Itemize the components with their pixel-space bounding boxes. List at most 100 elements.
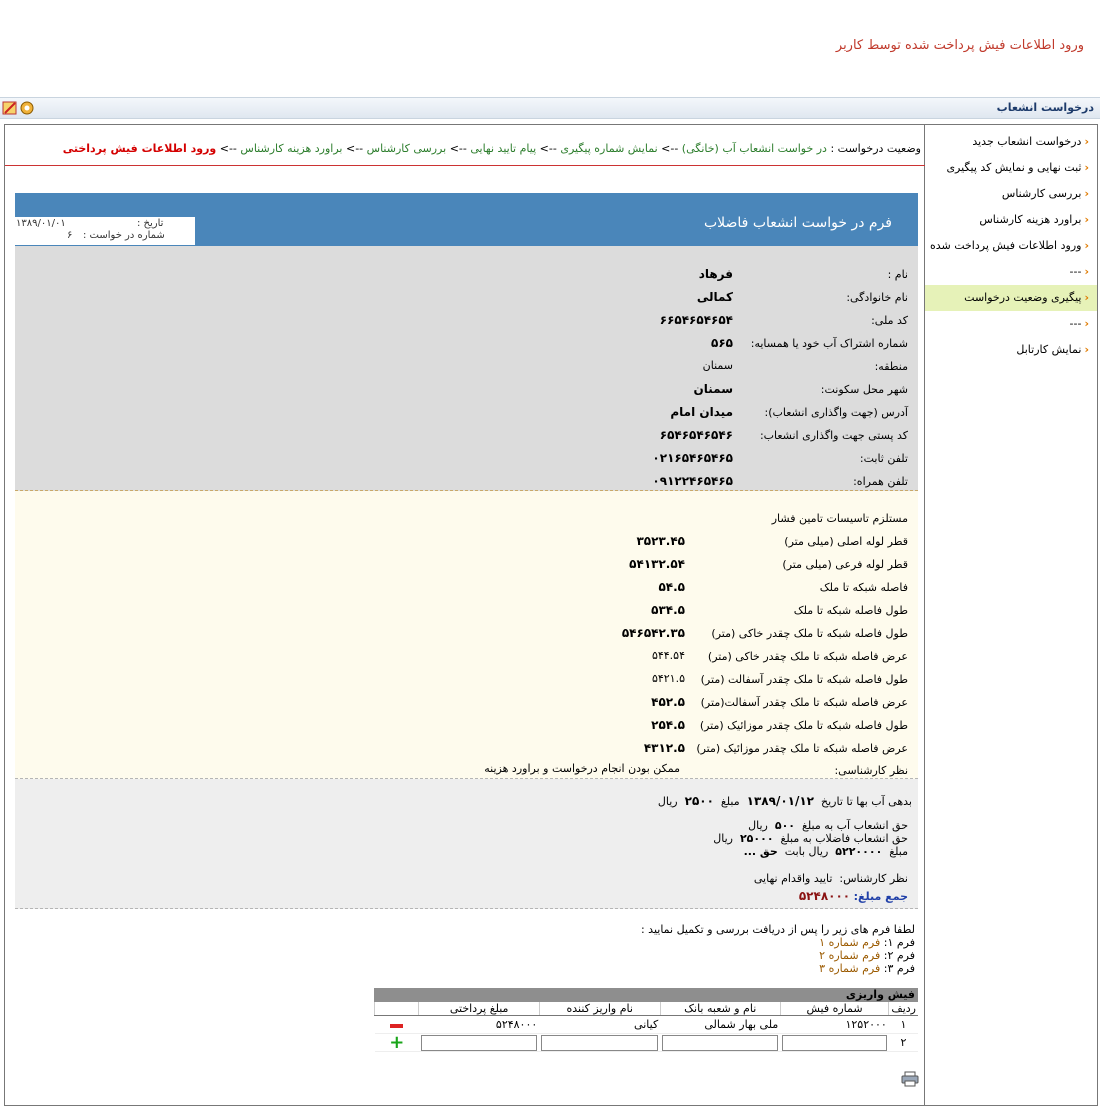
receipt-input[interactable] — [420, 1034, 538, 1051]
receipt-column-header: ردیف — [888, 1002, 918, 1016]
receipt-value[interactable]: کیانی — [634, 1018, 658, 1031]
expert-value: ۲۵۴.۵ — [651, 718, 685, 732]
receipt-input[interactable] — [782, 1034, 887, 1051]
total-value: ۵۲۴۸۰۰۰ — [798, 889, 851, 903]
debt-amount: ۲۵۰۰ — [684, 794, 714, 808]
chevron-left-icon: ‹ — [1084, 265, 1089, 278]
chevron-left-icon: ‹ — [1084, 291, 1089, 304]
sidebar-item[interactable]: ‹ورود اطلاعات فیش پرداخت شده — [925, 233, 1097, 259]
sidebar-item-label: --- — [1069, 265, 1082, 278]
debt-prefix: بدهی آب بها تا تاریخ — [821, 795, 912, 808]
instructions-text: لطفا فرم های زیر را پس از دریافت بررسی و… — [640, 923, 915, 936]
debt-date: ۱۳۸۹/۰۱/۱۲ — [746, 794, 814, 808]
applicant-label: نام خانوادگی: — [846, 291, 908, 304]
status-step: براورد هزینه کارشناس — [240, 142, 343, 155]
status-separator: --> — [661, 142, 679, 155]
sidebar-item-label: نمایش کارتابل — [1016, 343, 1082, 356]
receipt-value[interactable]: ملی بهار شمالی — [704, 1018, 778, 1031]
status-separator: --> — [219, 142, 237, 155]
other-fee-word: مبلغ — [889, 845, 908, 858]
chevron-left-icon: ‹ — [1084, 161, 1089, 174]
expert-value: ۵۴۶۵۴۲.۳۵ — [621, 626, 685, 640]
form-link-row: فرم ۳: فرم شماره ۳ — [819, 962, 915, 975]
receipt-cell: ۲ — [888, 1033, 918, 1052]
applicant-label: شهر محل سکونت: — [820, 383, 908, 396]
title-bar: درخواست انشعاب — [0, 97, 1100, 119]
final-opinion-value: تایید واقدام نهایی — [753, 872, 833, 885]
minus-icon[interactable] — [390, 1024, 404, 1028]
receipt-value[interactable]: ۵۲۴۸۰۰۰ — [496, 1018, 537, 1031]
sidebar-item[interactable]: ‹پیگیری وضعیت درخواست — [925, 285, 1097, 311]
debt-amount-word: مبلغ — [720, 795, 740, 808]
applicant-value: ۰۹۱۲۲۴۶۵۴۶۵ — [652, 474, 733, 488]
expert-label: طول فاصله شبکه تا ملک — [793, 604, 908, 617]
status-step: بررسی کارشناس — [366, 142, 447, 155]
request-no-value: ۶ — [67, 230, 73, 241]
sidebar-item-label: براورد هزینه کارشناس — [979, 213, 1082, 226]
status-prefix: وضعیت درخواست : — [830, 142, 921, 155]
expert-label: طول فاصله شبکه تا ملک چقدر آسفالت (متر) — [700, 673, 908, 686]
sidebar-item[interactable]: ‹--- — [925, 259, 1097, 285]
water-fee-label: حق انشعاب آب به مبلغ — [802, 819, 908, 832]
other-fee-item: حق ... — [743, 845, 778, 858]
sidebar-item[interactable]: ‹نمایش کارتابل — [925, 337, 1097, 363]
form-link[interactable]: فرم شماره ۱ — [819, 936, 880, 949]
form-title: فرم در خواست انشعاب فاضلاب — [704, 215, 892, 231]
applicant-section: نام : فرهاد نام خانوادگی: کمالی کد ملی: ۶۶۵۴۶… — [15, 246, 918, 491]
applicant-value: ۶۶۵۴۶۵۴۶۵۴ — [659, 313, 733, 327]
sidebar-item[interactable]: ‹براورد هزینه کارشناس — [925, 207, 1097, 233]
form-link[interactable]: فرم شماره ۲ — [819, 949, 880, 962]
expert-value: ۴۵۲.۵ — [651, 695, 685, 709]
status-separator: --> — [539, 142, 557, 155]
expert-label: عرض فاصله شبکه تا ملک چقدر موزائیک (متر) — [696, 742, 908, 755]
final-opinion-line: نظر کارشناس: تایید واقدام نهایی — [754, 872, 908, 885]
edit-icon[interactable] — [2, 100, 18, 116]
printer-icon[interactable] — [901, 1071, 919, 1087]
plus-icon[interactable]: + — [389, 1032, 404, 1053]
form-link-label: فرم ۳: — [883, 962, 915, 975]
row-number: ۲ — [900, 1036, 907, 1049]
expert-label: قطر لوله اصلی (میلی متر) — [784, 535, 908, 548]
receipt-value[interactable]: ۱۲۵۲۰۰۰ — [845, 1018, 886, 1031]
table-row: ۱ ۱۲۵۲۰۰۰ ملی بهار شمالی کیانی ۵۲۴۸۰۰۰ — [374, 1015, 918, 1034]
chevron-left-icon: ‹ — [1084, 213, 1089, 226]
applicant-label: شماره اشتراک آب خود یا همسایه: — [750, 337, 908, 350]
receipt-input[interactable] — [541, 1034, 659, 1051]
expert-opinion-value: ممکن بودن انجام درخواست و براورد هزینه — [484, 762, 680, 775]
receipt-cell: کیانی — [539, 1015, 661, 1034]
applicant-label: آدرس (جهت واگذاری انشعاب): — [764, 406, 908, 419]
receipt-action-header — [373, 1002, 419, 1016]
title-bar-label: درخواست انشعاب — [996, 101, 1094, 114]
form-link-label: فرم ۱: — [883, 936, 915, 949]
form-link[interactable]: فرم شماره ۳ — [819, 962, 880, 975]
expert-opinion-label: نظر کارشناسی: — [834, 764, 908, 777]
receipt-column-header: شماره فیش — [779, 1002, 889, 1016]
applicant-label: تلفن ثابت: — [859, 452, 908, 465]
sidebar: ‹درخواست انشعاب جدید ‹ثبت نهایی و نمایش ک… — [924, 125, 1097, 1105]
sidebar-item[interactable]: ‹بررسی کارشناس — [925, 181, 1097, 207]
expert-section: مستلزم تاسیسات تامین فشار نظر کارشناسی: … — [15, 491, 918, 779]
request-no-label: شماره در خواست : — [83, 230, 165, 241]
expert-label: طول فاصله شبکه تا ملک چقدر موزائیک (متر) — [699, 719, 908, 732]
sidebar-item[interactable]: ‹درخواست انشعاب جدید — [925, 129, 1097, 155]
expert-value: ۵۴۴.۵۴ — [651, 649, 685, 662]
form-header: فرم در خواست انشعاب فاضلاب تاریخ : ۱۳۸۹/… — [15, 193, 918, 246]
gear-icon[interactable] — [19, 100, 35, 116]
receipt-cell: ۱ — [888, 1015, 918, 1034]
title-bar-icons — [2, 100, 35, 116]
expert-label: طول فاصله شبکه تا ملک چقدر خاکی (متر) — [711, 627, 908, 640]
applicant-label: کد پستی جهت واگذاری انشعاب: — [759, 429, 908, 442]
receipt-input[interactable] — [662, 1034, 779, 1051]
sidebar-item[interactable]: ‹--- — [925, 311, 1097, 337]
status-separator: --> — [449, 142, 467, 155]
applicant-value: سمنان — [702, 359, 733, 372]
receipt-cell — [660, 1033, 781, 1052]
total-line: جمع مبلغ: ۵۲۴۸۰۰۰ — [799, 889, 908, 903]
receipt-title-bar: فیش واریزی — [374, 988, 918, 1002]
applicant-value: ۶۵۴۶۵۴۶۵۴۶ — [659, 428, 733, 442]
form-meta: تاریخ : ۱۳۸۹/۰۱/۰۱ شماره در خواست : ۶ — [15, 217, 195, 245]
status-step: پیام تایید نهایی — [470, 142, 537, 155]
applicant-label: منطقه: — [874, 360, 908, 373]
sidebar-item[interactable]: ‹ثبت نهایی و نمایش کد پیگیری — [925, 155, 1097, 181]
table-row: ۲ + — [374, 1032, 918, 1053]
